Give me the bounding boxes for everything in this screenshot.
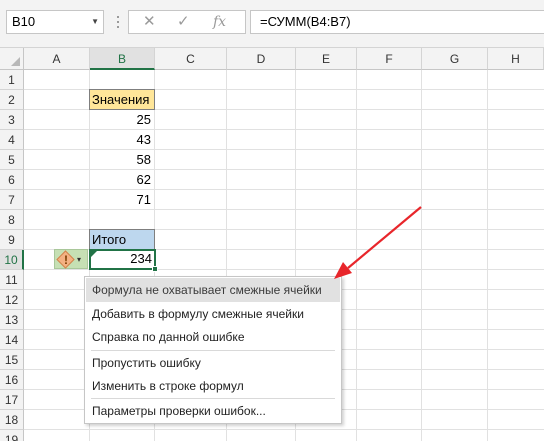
row-header-16[interactable]: 16: [0, 370, 24, 390]
select-all-button[interactable]: [0, 48, 24, 70]
error-options-menu: Формула не охватывает смежные ячейки Доб…: [84, 276, 342, 424]
insert-function-icon[interactable]: fx: [213, 13, 226, 31]
enter-icon[interactable]: ✓: [177, 13, 190, 31]
row-header-3[interactable]: 3: [0, 110, 24, 130]
menu-item-error-checking-options[interactable]: Параметры проверки ошибок...: [86, 399, 340, 423]
error-indicator-icon: [91, 251, 97, 257]
row-header-7[interactable]: 7: [0, 190, 24, 210]
row-header-17[interactable]: 17: [0, 390, 24, 410]
cell-b2-header[interactable]: Значения: [89, 89, 155, 110]
name-box-dropdown-icon[interactable]: ▼: [91, 11, 99, 33]
cancel-icon[interactable]: ✕: [143, 13, 156, 31]
menu-item-error-description: Формула не охватывает смежные ячейки: [86, 278, 340, 302]
column-header-f[interactable]: F: [357, 48, 422, 70]
cell-b3[interactable]: 25: [90, 110, 154, 130]
menu-item-edit-in-formula-bar[interactable]: Изменить в строке формул: [86, 374, 340, 398]
cell-b10-active[interactable]: 234: [89, 249, 156, 270]
menu-item-include-adjacent-cells[interactable]: Добавить в формулу смежные ячейки: [86, 302, 340, 326]
row-header-5[interactable]: 5: [0, 150, 24, 170]
warning-glyph: !: [64, 253, 68, 267]
chevron-down-icon[interactable]: ▾: [77, 250, 81, 270]
formula-bar-buttons: ✕ ✓ fx: [128, 10, 246, 34]
row-header-19[interactable]: 19: [0, 430, 24, 441]
column-header-h[interactable]: H: [488, 48, 544, 70]
menu-item-help-on-error[interactable]: Справка по данной ошибке: [86, 325, 340, 349]
row-header-13[interactable]: 13: [0, 310, 24, 330]
cell-b4[interactable]: 43: [90, 130, 154, 150]
row-header-6[interactable]: 6: [0, 170, 24, 190]
name-box-value: B10: [12, 14, 36, 29]
cell-b9-total-label[interactable]: Итого: [89, 229, 155, 250]
column-header-e[interactable]: E: [296, 48, 357, 70]
row-header-9[interactable]: 9: [0, 230, 24, 250]
name-box[interactable]: B10 ▼: [6, 10, 104, 34]
formula-input[interactable]: =СУММ(B4:B7): [250, 10, 544, 34]
row-header-2[interactable]: 2: [0, 90, 24, 110]
column-header-a[interactable]: A: [24, 48, 90, 70]
row-header-10[interactable]: 10: [0, 250, 24, 270]
menu-item-ignore-error[interactable]: Пропустить ошибку: [86, 351, 340, 375]
column-header-b[interactable]: B: [90, 48, 155, 70]
cell-b7[interactable]: 71: [90, 190, 154, 210]
error-smart-tag-button[interactable]: ! ▾: [54, 249, 88, 269]
row-header-18[interactable]: 18: [0, 410, 24, 430]
cell-b6[interactable]: 62: [90, 170, 154, 190]
cell-b5[interactable]: 58: [90, 150, 154, 170]
fill-handle[interactable]: [152, 266, 158, 272]
row-header-12[interactable]: 12: [0, 290, 24, 310]
row-header-4[interactable]: 4: [0, 130, 24, 150]
row-header-1[interactable]: 1: [0, 70, 24, 90]
row-header-11[interactable]: 11: [0, 270, 24, 290]
row-header-15[interactable]: 15: [0, 350, 24, 370]
row-header-8[interactable]: 8: [0, 210, 24, 230]
formula-bar: B10 ▼ ✕ ✓ fx =СУММ(B4:B7): [0, 0, 544, 48]
formula-bar-splitter[interactable]: [116, 16, 120, 30]
column-header-d[interactable]: D: [227, 48, 296, 70]
column-header-c[interactable]: C: [155, 48, 227, 70]
column-header-g[interactable]: G: [422, 48, 488, 70]
row-header-14[interactable]: 14: [0, 330, 24, 350]
